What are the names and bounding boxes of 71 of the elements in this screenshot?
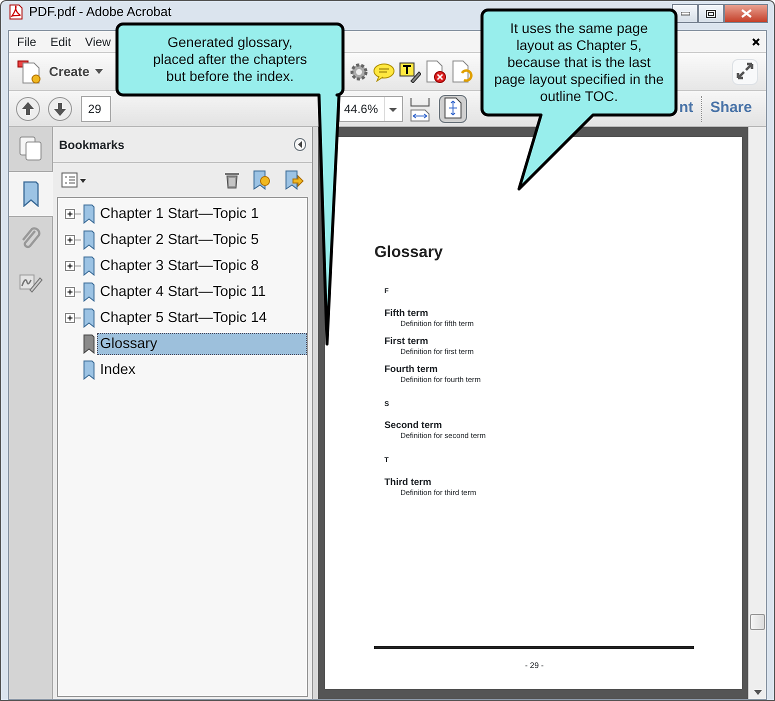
bookmark-icon[interactable] xyxy=(21,181,41,207)
trash-icon[interactable] xyxy=(224,171,240,189)
bookmark-item[interactable]: Index xyxy=(97,359,308,381)
scroll-thumb[interactable] xyxy=(750,614,766,630)
gear-icon[interactable] xyxy=(349,62,370,82)
bookmark-icon xyxy=(83,256,95,276)
panel-title: Bookmarks xyxy=(59,136,124,154)
bookmark-arrow-icon[interactable] xyxy=(284,170,304,190)
maximize-button[interactable] xyxy=(698,4,724,23)
close-icon xyxy=(740,9,752,18)
glossary-term: Fifth term xyxy=(384,308,430,318)
fit-width-icon[interactable] xyxy=(409,96,431,122)
bookmark-icon xyxy=(83,360,95,380)
menu-item[interactable]: Edit xyxy=(50,32,72,50)
options-menu-icon[interactable] xyxy=(61,172,87,188)
window-title: PDF.pdf - Adobe Acrobat xyxy=(29,4,172,20)
callout-text: It uses the same page layout as Chapter 5, because that is the last page layout specified in the outline TOC. xyxy=(493,20,665,105)
page-number-field[interactable]: 29 xyxy=(81,96,111,122)
task-pane-tab[interactable]: nt xyxy=(679,97,694,120)
expand-button[interactable] xyxy=(732,58,758,84)
close-icon[interactable] xyxy=(752,38,760,46)
glossary-term: First term xyxy=(384,336,430,346)
fit-page-icon xyxy=(444,97,462,120)
callout-text: Generated glossary, placed after the chapters but before the index. xyxy=(152,34,308,85)
glossary-term: Second term xyxy=(384,420,443,431)
document-delete-icon[interactable] xyxy=(425,60,448,84)
zoom-value: 44.6% xyxy=(344,100,380,118)
expand-icon[interactable] xyxy=(65,260,81,272)
bookmark-item[interactable]: Chapter 3 Start—Topic 8 xyxy=(97,255,308,277)
next-page-icon[interactable] xyxy=(47,96,73,122)
bookmark-item[interactable]: Glossary xyxy=(97,333,308,355)
fit-page-button[interactable] xyxy=(439,94,467,122)
comment-icon[interactable] xyxy=(373,62,396,82)
expand-icon xyxy=(735,61,755,82)
bookmark-icon xyxy=(83,334,95,354)
triangle-left-icon xyxy=(297,141,304,148)
scrollbar[interactable] xyxy=(748,127,766,699)
document-icon xyxy=(17,58,43,84)
bookmark-item[interactable]: Chapter 5 Start—Topic 14 xyxy=(97,307,308,329)
zoom-field[interactable]: 44.6% xyxy=(339,96,403,122)
expand-icon[interactable] xyxy=(65,286,81,298)
signature-icon[interactable] xyxy=(18,272,44,294)
restore-icon xyxy=(706,10,716,18)
expand-icon[interactable] xyxy=(65,208,81,220)
previous-page-icon[interactable] xyxy=(15,96,41,122)
page-number: - 29 - xyxy=(524,660,545,672)
bookmark-item[interactable]: Chapter 2 Start—Topic 5 xyxy=(97,229,308,251)
expand-icon[interactable] xyxy=(65,312,81,324)
new-bookmark-icon[interactable] xyxy=(252,170,272,190)
minimize-icon xyxy=(680,12,690,16)
bookmark-icon xyxy=(83,282,95,302)
expand-icon[interactable] xyxy=(65,234,81,246)
bookmark-icon xyxy=(83,204,95,224)
close-button[interactable] xyxy=(724,4,768,23)
page-heading: Glossary xyxy=(374,243,444,263)
menu-item[interactable]: File xyxy=(17,32,36,50)
bookmark-item[interactable]: Chapter 1 Start—Topic 1 xyxy=(97,203,308,225)
bookmark-icon xyxy=(83,230,95,250)
task-pane-tab[interactable]: Share xyxy=(710,97,752,120)
scroll-down-icon[interactable] xyxy=(754,690,762,695)
menu-item[interactable]: View xyxy=(85,32,111,50)
pdf-file-icon xyxy=(9,4,23,20)
bookmark-icon xyxy=(83,308,95,328)
glossary-term: Fourth term xyxy=(384,364,439,374)
caret-icon xyxy=(95,69,104,74)
pages-icon[interactable] xyxy=(18,136,42,162)
bookmark-item[interactable]: Chapter 4 Start—Topic 11 xyxy=(97,281,308,303)
glossary-term: Third term xyxy=(384,476,432,488)
create-button[interactable]: Create xyxy=(17,58,104,84)
text-edit-icon[interactable] xyxy=(399,60,422,82)
collapse-panel-button[interactable] xyxy=(294,138,306,151)
